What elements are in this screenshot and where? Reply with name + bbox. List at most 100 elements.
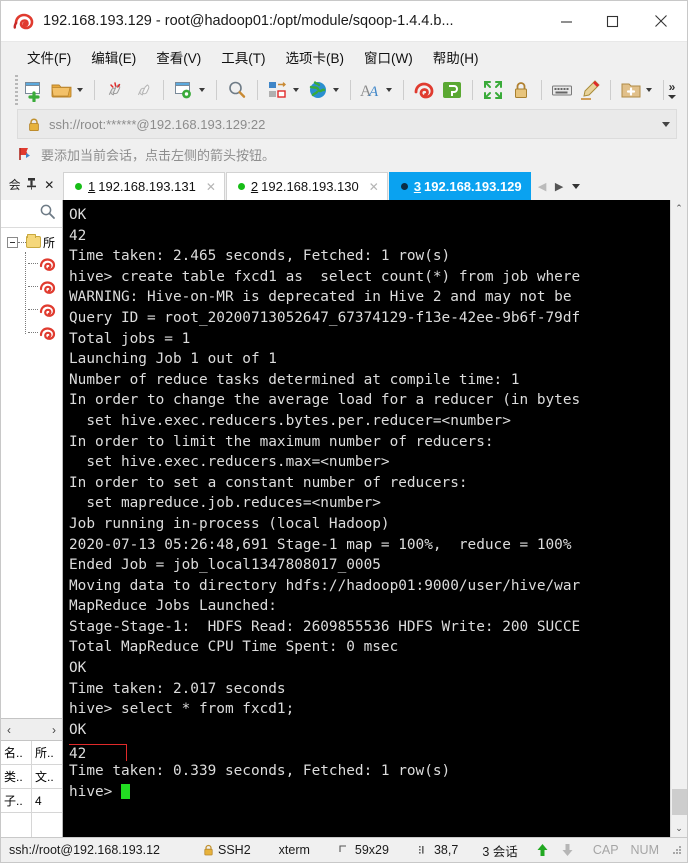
notice-bar: 要添加当前会话，点击左侧的箭头按钮。 — [1, 139, 687, 169]
menu-help[interactable]: 帮助(H) — [424, 44, 488, 70]
menu-bar: 文件(F) 编辑(E) 查看(V) 工具(T) 选项卡(B) 窗口(W) 帮助(… — [1, 42, 687, 71]
menu-tabs[interactable]: 选项卡(B) — [277, 44, 354, 70]
property-value: 所.. — [35, 746, 54, 760]
collapse-icon[interactable] — [7, 236, 18, 248]
sidebar-search-bar[interactable] — [1, 200, 62, 228]
properties-prev-button[interactable]: ‹ — [7, 723, 11, 737]
maximize-button[interactable] — [589, 1, 635, 42]
disconnect-button[interactable] — [101, 75, 129, 105]
toolbar-grip[interactable] — [13, 70, 20, 110]
status-cursor-label: 38,7 — [433, 843, 459, 857]
tab-panel-tools: 会 ✕ — [1, 169, 63, 200]
font-button[interactable]: A A — [357, 75, 397, 105]
session-properties-caret-icon[interactable] — [197, 78, 206, 102]
xftp-button[interactable] — [438, 75, 466, 105]
sessions-panel-toggle[interactable]: 会 — [7, 176, 23, 193]
tab-192-168-193-131[interactable]: 1 192.168.193.131 ✕ — [63, 172, 225, 200]
reconnect-button[interactable] — [129, 75, 157, 105]
search-icon[interactable] — [39, 203, 56, 225]
status-dot-icon — [237, 183, 245, 190]
globe-caret-icon[interactable] — [331, 78, 340, 102]
status-sessions: 3 会话 — [482, 844, 518, 859]
properties-next-button[interactable]: › — [52, 723, 56, 737]
close-button[interactable] — [635, 1, 687, 42]
terminal-output[interactable]: OK 42 Time taken: 2.465 seconds, Fetched: … — [63, 200, 670, 837]
highlight-pen-button[interactable] — [576, 75, 604, 105]
pin-icon[interactable] — [24, 177, 40, 193]
find-button[interactable] — [223, 75, 251, 105]
chevron-down-icon — [668, 94, 676, 99]
session-item-1[interactable] — [25, 252, 62, 275]
resize-grip-icon[interactable] — [665, 844, 687, 856]
font-caret-icon[interactable] — [384, 78, 393, 102]
terminal-vertical-scrollbar[interactable]: ⌃ ⌄ — [670, 200, 687, 837]
toolbar-separator — [403, 80, 404, 100]
scroll-down-icon[interactable]: ⌄ — [671, 820, 688, 837]
main-area: 所 ‹ › 名.. 所.. 类.. 文.. 子.. 4 OK 42 Time t… — [1, 200, 687, 837]
menu-window[interactable]: 窗口(W) — [355, 44, 422, 70]
toolbar-overflow-button[interactable]: » — [661, 71, 683, 109]
tree-root-label: 所 — [43, 235, 56, 250]
property-value: 文.. — [35, 770, 54, 784]
add-to-folder-button[interactable] — [617, 75, 657, 105]
toolbar-separator — [610, 80, 611, 100]
terminal-line: Launching Job 1 out of 1 — [69, 351, 277, 368]
tab-scroll-right-icon[interactable]: ▶ — [551, 180, 568, 193]
file-transfer-button[interactable] — [264, 75, 304, 105]
tree-root-node[interactable]: 所 — [1, 232, 62, 252]
tab-192-168-193-129[interactable]: 3 192.168.193.129 — [388, 172, 531, 200]
terminal-line: OK — [69, 721, 87, 738]
terminal-line: Query ID = root_20200713052647_67374129-… — [69, 309, 581, 326]
address-bar[interactable]: ssh://root:******@192.168.193.129:22 — [17, 109, 677, 139]
tab-192-168-193-130[interactable]: 2 192.168.193.130 ✕ — [225, 172, 388, 200]
tab-list-chevron-down-icon[interactable] — [568, 180, 585, 192]
xshell-button[interactable] — [410, 75, 438, 105]
session-tree: 所 — [1, 228, 62, 718]
session-snail-icon — [38, 324, 57, 341]
open-session-button[interactable] — [48, 75, 88, 105]
globe-button[interactable] — [304, 75, 344, 105]
address-input[interactable]: ssh://root:******@192.168.193.129:22 — [49, 117, 656, 132]
open-folder-caret-icon[interactable] — [75, 78, 84, 102]
menu-file[interactable]: 文件(F) — [18, 44, 80, 70]
tab-close-icon[interactable]: ✕ — [369, 180, 379, 194]
highlight-annotation-box: 42 — [69, 744, 127, 762]
session-item-4[interactable] — [25, 321, 62, 344]
chevron-down-icon[interactable] — [656, 110, 676, 138]
scrollbar-thumb[interactable] — [672, 789, 687, 815]
terminal-line: set mapreduce.job.reduces=<number> — [69, 495, 381, 512]
menu-tools[interactable]: 工具(T) — [212, 44, 274, 70]
property-value-empty — [32, 813, 62, 837]
menu-view[interactable]: 查看(V) — [147, 44, 210, 70]
scroll-up-icon[interactable]: ⌃ — [671, 200, 688, 217]
status-caps-indicator: CAP — [592, 843, 619, 857]
lock-button[interactable] — [507, 75, 535, 105]
tab-close-icon[interactable]: ✕ — [206, 180, 216, 194]
toolbar-separator — [472, 80, 473, 100]
terminal-line: MapReduce Jobs Launched: — [69, 598, 277, 615]
keyboard-button[interactable] — [548, 75, 576, 105]
file-transfer-caret-icon[interactable] — [291, 78, 300, 102]
svg-text:A: A — [368, 84, 379, 100]
xshell-icon — [412, 78, 436, 102]
session-properties-button[interactable] — [170, 75, 210, 105]
globe-icon — [306, 78, 330, 102]
toolbar: A A » — [1, 71, 687, 109]
tab-scroll-left-icon[interactable]: ◀ — [534, 180, 551, 193]
status-upload-icon — [524, 843, 555, 857]
fullscreen-button[interactable] — [479, 75, 507, 105]
new-session-button[interactable] — [20, 75, 48, 105]
session-properties-panel: ‹ › 名.. 所.. 类.. 文.. 子.. 4 — [1, 718, 62, 837]
minimize-button[interactable] — [543, 1, 589, 42]
menu-edit[interactable]: 编辑(E) — [82, 44, 145, 70]
session-snail-icon — [38, 255, 57, 272]
status-dot-icon — [75, 183, 82, 190]
session-item-2[interactable] — [25, 275, 62, 298]
terminal-line: hive> select * from fxcd1; — [69, 701, 295, 718]
session-item-3[interactable] — [25, 298, 62, 321]
terminal-line: Stage-Stage-1: HDFS Read: 2609855536 HDF… — [69, 618, 581, 635]
property-row-children: 子.. 4 — [1, 789, 62, 813]
add-to-folder-caret-icon[interactable] — [644, 78, 653, 102]
tree-connector — [28, 263, 38, 264]
close-panel-button[interactable]: ✕ — [41, 178, 57, 192]
